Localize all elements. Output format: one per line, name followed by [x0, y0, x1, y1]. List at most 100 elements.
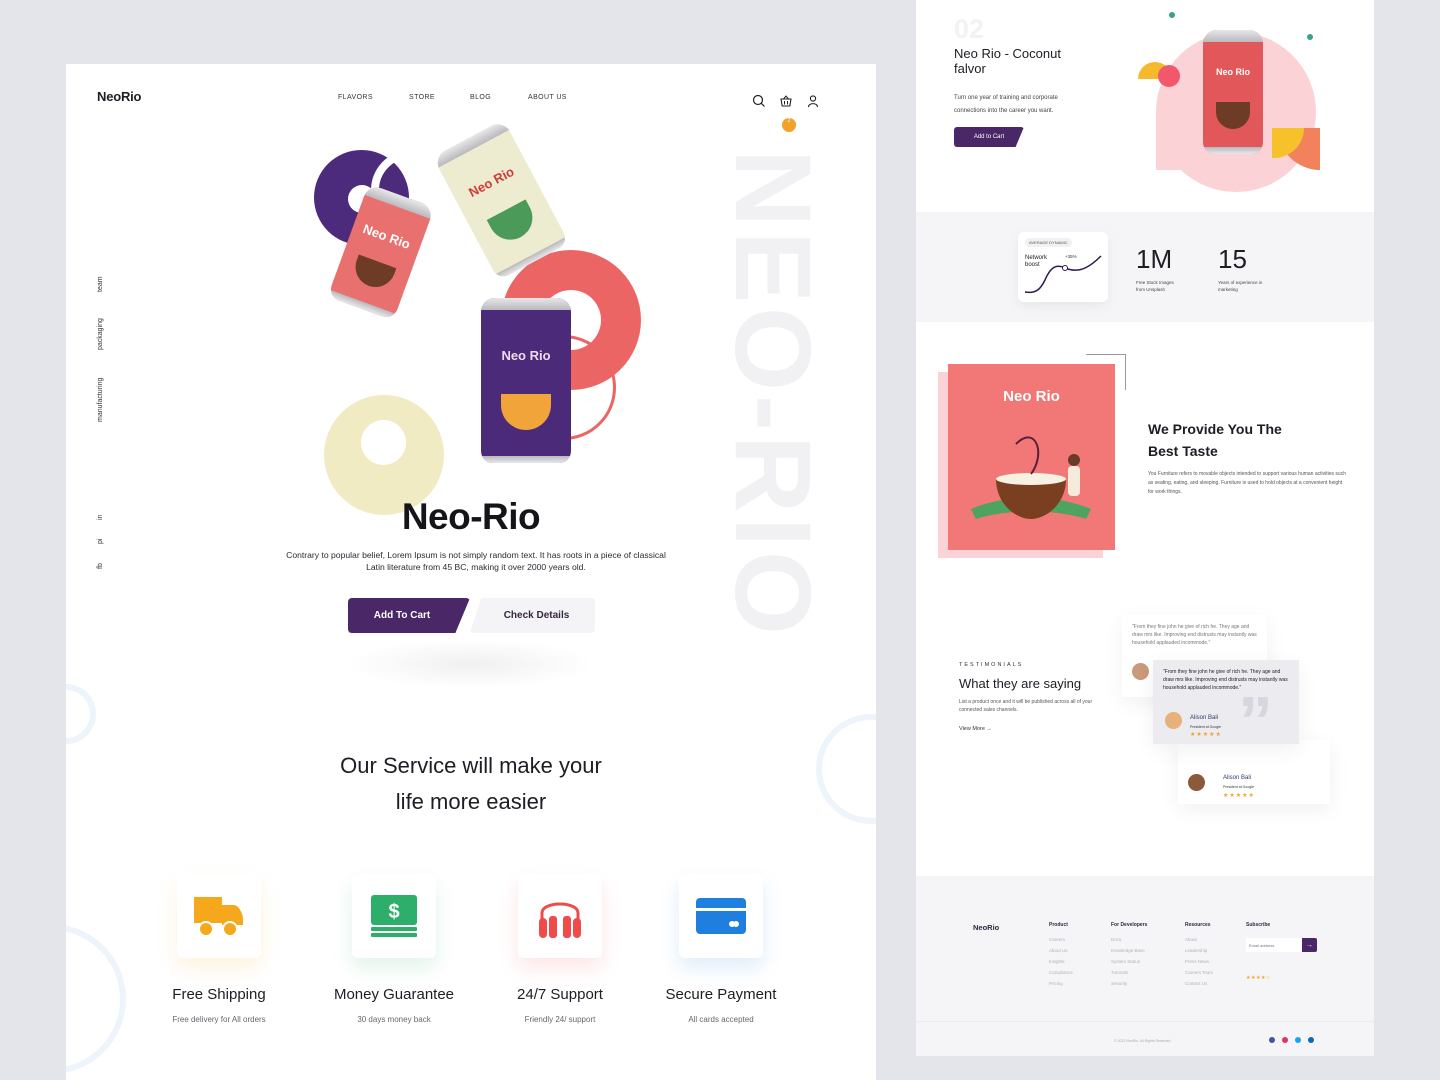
best-taste-paragraph: You Furniture refers to movable objects … [1148, 471, 1346, 495]
product-description: Turn one year of training and corporate … [954, 95, 1058, 114]
can-purple: Neo Rio [481, 298, 571, 463]
hero-description: Contrary to popular belief, Lorem Ipsum … [286, 550, 666, 572]
email-input[interactable] [1246, 938, 1302, 952]
nav-blog[interactable]: BLOG [470, 94, 528, 101]
product-add-to-cart-button[interactable]: Add to Cart [954, 127, 1024, 147]
side-link-team[interactable]: team [97, 276, 104, 292]
add-to-cart-button[interactable]: Add To Cart [348, 598, 470, 633]
nav-about-us[interactable]: ABOUT US [528, 94, 567, 101]
footer-col-resources: Resources About Leadership Press News Ca… [1185, 922, 1214, 986]
truck-icon [177, 874, 261, 958]
svg-text:$: $ [388, 901, 399, 923]
teal-dot [1307, 34, 1313, 40]
footer-link[interactable]: About [1185, 937, 1213, 942]
product-illustration: Neo Rio [1136, 10, 1336, 192]
service-secure-payment: Secure Payment All cards accepted [646, 874, 796, 1024]
search-icon[interactable] [752, 94, 766, 108]
basket-icon[interactable]: 2 [779, 94, 796, 132]
footer-link[interactable]: Docs [1111, 937, 1147, 942]
brand-card: Neo Rio [948, 364, 1115, 550]
footer-link[interactable]: Contact Us [1185, 981, 1213, 986]
stat-years-label: Years of experience in marketing [1218, 280, 1263, 292]
money-icon: $ [352, 874, 436, 958]
product-number: 02 [954, 14, 985, 44]
network-boost-card: AVERAGE DYNAMIC Network boost +35% [1018, 232, 1108, 302]
footer-link[interactable]: Insights [1049, 959, 1073, 964]
headphones-icon [518, 874, 602, 958]
line-chart [1024, 255, 1102, 294]
decorative-ring [66, 924, 126, 1074]
stat-years-value: 15 [1218, 244, 1247, 274]
decorative-ring [66, 684, 96, 744]
stats-section: AVERAGE DYNAMIC Network boost +35% 1M Fre… [916, 212, 1374, 322]
stat-images-value: 1M [1136, 244, 1173, 274]
quote-mark-icon: ” [1238, 682, 1273, 760]
instagram-icon[interactable] [1282, 1037, 1288, 1043]
product-page: 02 Neo Rio - Coconut falvor Turn one yea… [916, 0, 1374, 1056]
services-title: Our Service will make your life more eas… [340, 753, 602, 814]
arrow-right-icon: → [986, 726, 992, 732]
testimonials-label: TESTIMONIALS [959, 662, 1024, 668]
cart-count-badge: 2 [782, 118, 796, 132]
main-nav: FLAVORS STORE BLOG ABOUT US [338, 94, 567, 101]
coconut-can: Neo Rio [1203, 30, 1263, 154]
user-icon[interactable] [806, 94, 820, 108]
coconut-illustration [971, 436, 1091, 519]
hero-title: Neo-Rio [401, 496, 541, 537]
nav-store[interactable]: STORE [409, 94, 470, 101]
view-more-link[interactable]: View More → [959, 726, 992, 732]
avatar [1188, 774, 1205, 791]
footer-divider [916, 1021, 1374, 1022]
best-taste-heading: We Provide You The Best Taste [1148, 421, 1282, 459]
side-link-packaging[interactable]: packaging [97, 318, 104, 350]
footer-link[interactable]: Careers [1049, 937, 1073, 942]
copyright: © 2021 NeoRio. All Rights Reserved [1114, 1039, 1171, 1043]
footer-col-product: Product Careers About Us Insights Compli… [1049, 922, 1073, 986]
ring-hole [361, 420, 406, 465]
footer-logo[interactable]: NeoRio [973, 923, 999, 932]
footer-link[interactable]: Pricing [1049, 981, 1073, 986]
footer-link[interactable]: Security [1111, 981, 1147, 986]
header-icons: 2 [752, 94, 820, 132]
footer-link[interactable]: Knowledge Base [1111, 948, 1147, 953]
brand-watermark: NEO-RIO [713, 149, 834, 640]
footer: NeoRio Product Careers About Us Insights… [916, 876, 1374, 1056]
avatar [1132, 663, 1149, 680]
rating-stars: ★★★★☆ [1246, 975, 1271, 981]
stat-images-label: Free Stock Images from Unsplash [1136, 280, 1174, 292]
footer-link[interactable]: System Status [1111, 959, 1147, 964]
testimonials-description: List a product once and it will be publi… [959, 699, 1093, 713]
teal-dot [1169, 12, 1175, 18]
testimonials-heading: What they are saying [959, 676, 1082, 691]
testimonial-card-featured: "From they fine john he give of rich he.… [1153, 660, 1299, 756]
footer-link[interactable]: Careers Team [1185, 970, 1213, 975]
side-link-manufacturing[interactable]: manufacturing [97, 378, 104, 422]
footer-link[interactable]: About Us [1049, 948, 1073, 953]
footer-link[interactable]: Tutorials [1111, 970, 1147, 975]
service-free-shipping: Free Shipping Free delivery for All orde… [144, 874, 294, 1024]
product-title: Neo Rio - Coconut falvor [954, 46, 1061, 76]
subscribe-button[interactable]: → [1302, 938, 1317, 952]
twitter-icon[interactable] [1295, 1037, 1301, 1043]
avatar [1165, 712, 1182, 729]
credit-card-icon [679, 874, 763, 958]
pinterest-link[interactable]: pi [97, 539, 104, 544]
nav-flavors[interactable]: FLAVORS [338, 94, 409, 101]
footer-col-developers: For Developers Docs Knowledge Base Syste… [1111, 922, 1148, 986]
button-shadow [346, 639, 596, 689]
footer-link[interactable]: Compliance [1049, 970, 1073, 975]
linkedin-icon[interactable] [1308, 1037, 1314, 1043]
service-money-guarantee: $ Money Guarantee 30 days money back [319, 874, 469, 1024]
arrow-right-icon: → [1306, 941, 1313, 949]
footer-link[interactable]: Press News [1185, 959, 1213, 964]
service-support: 24/7 Support Friendly 24/ support [485, 874, 635, 1024]
landing-page: NeoRio FLAVORS STORE BLOG ABOUT US 2 tea… [66, 64, 876, 1080]
logo[interactable]: NeoRio [97, 89, 142, 104]
facebook-link[interactable]: fb [97, 563, 104, 569]
footer-link[interactable]: Leadership [1185, 948, 1213, 953]
check-details-button[interactable]: Check Details [470, 598, 595, 633]
facebook-icon[interactable] [1269, 1037, 1275, 1043]
hero-illustration: Neo Rio Neo Rio Neo Rio [306, 119, 666, 540]
social-links [1269, 1037, 1314, 1043]
red-dot [1158, 65, 1180, 87]
